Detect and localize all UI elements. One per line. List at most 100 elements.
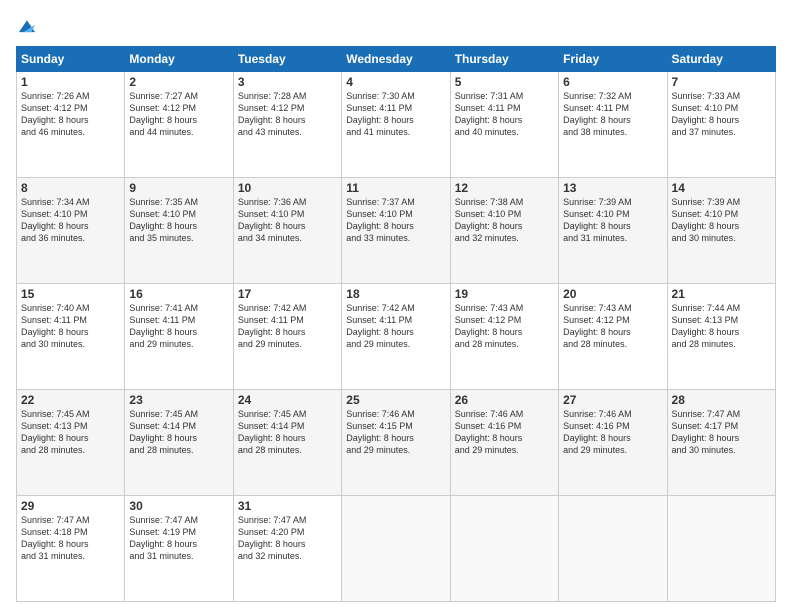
day-number: 22 xyxy=(21,393,120,407)
calendar-cell: 31Sunrise: 7:47 AM Sunset: 4:20 PM Dayli… xyxy=(233,496,341,602)
calendar-cell: 30Sunrise: 7:47 AM Sunset: 4:19 PM Dayli… xyxy=(125,496,233,602)
day-number: 15 xyxy=(21,287,120,301)
day-info: Sunrise: 7:41 AM Sunset: 4:11 PM Dayligh… xyxy=(129,302,228,351)
day-number: 7 xyxy=(672,75,771,89)
calendar-cell: 5Sunrise: 7:31 AM Sunset: 4:11 PM Daylig… xyxy=(450,72,558,178)
day-number: 5 xyxy=(455,75,554,89)
calendar-week-row: 29Sunrise: 7:47 AM Sunset: 4:18 PM Dayli… xyxy=(17,496,776,602)
day-number: 30 xyxy=(129,499,228,513)
day-number: 17 xyxy=(238,287,337,301)
calendar-week-row: 8Sunrise: 7:34 AM Sunset: 4:10 PM Daylig… xyxy=(17,178,776,284)
day-number: 21 xyxy=(672,287,771,301)
day-info: Sunrise: 7:47 AM Sunset: 4:20 PM Dayligh… xyxy=(238,514,337,563)
day-number: 24 xyxy=(238,393,337,407)
calendar-cell: 7Sunrise: 7:33 AM Sunset: 4:10 PM Daylig… xyxy=(667,72,775,178)
day-info: Sunrise: 7:42 AM Sunset: 4:11 PM Dayligh… xyxy=(238,302,337,351)
day-info: Sunrise: 7:43 AM Sunset: 4:12 PM Dayligh… xyxy=(563,302,662,351)
header xyxy=(16,16,776,38)
calendar-cell: 4Sunrise: 7:30 AM Sunset: 4:11 PM Daylig… xyxy=(342,72,450,178)
day-number: 6 xyxy=(563,75,662,89)
calendar-cell: 6Sunrise: 7:32 AM Sunset: 4:11 PM Daylig… xyxy=(559,72,667,178)
page: SundayMondayTuesdayWednesdayThursdayFrid… xyxy=(0,0,792,612)
day-info: Sunrise: 7:42 AM Sunset: 4:11 PM Dayligh… xyxy=(346,302,445,351)
day-info: Sunrise: 7:32 AM Sunset: 4:11 PM Dayligh… xyxy=(563,90,662,139)
day-info: Sunrise: 7:47 AM Sunset: 4:18 PM Dayligh… xyxy=(21,514,120,563)
calendar-cell: 25Sunrise: 7:46 AM Sunset: 4:15 PM Dayli… xyxy=(342,390,450,496)
day-info: Sunrise: 7:35 AM Sunset: 4:10 PM Dayligh… xyxy=(129,196,228,245)
day-info: Sunrise: 7:28 AM Sunset: 4:12 PM Dayligh… xyxy=(238,90,337,139)
calendar-table: SundayMondayTuesdayWednesdayThursdayFrid… xyxy=(16,46,776,602)
day-number: 26 xyxy=(455,393,554,407)
calendar-cell xyxy=(559,496,667,602)
calendar-week-row: 1Sunrise: 7:26 AM Sunset: 4:12 PM Daylig… xyxy=(17,72,776,178)
calendar-cell: 22Sunrise: 7:45 AM Sunset: 4:13 PM Dayli… xyxy=(17,390,125,496)
day-number: 19 xyxy=(455,287,554,301)
day-info: Sunrise: 7:47 AM Sunset: 4:17 PM Dayligh… xyxy=(672,408,771,457)
day-number: 16 xyxy=(129,287,228,301)
day-number: 18 xyxy=(346,287,445,301)
day-info: Sunrise: 7:37 AM Sunset: 4:10 PM Dayligh… xyxy=(346,196,445,245)
day-info: Sunrise: 7:36 AM Sunset: 4:10 PM Dayligh… xyxy=(238,196,337,245)
day-number: 13 xyxy=(563,181,662,195)
day-number: 8 xyxy=(21,181,120,195)
day-number: 23 xyxy=(129,393,228,407)
calendar-cell: 13Sunrise: 7:39 AM Sunset: 4:10 PM Dayli… xyxy=(559,178,667,284)
calendar-cell: 29Sunrise: 7:47 AM Sunset: 4:18 PM Dayli… xyxy=(17,496,125,602)
calendar-week-row: 15Sunrise: 7:40 AM Sunset: 4:11 PM Dayli… xyxy=(17,284,776,390)
weekday-header-tuesday: Tuesday xyxy=(233,47,341,72)
day-number: 27 xyxy=(563,393,662,407)
day-number: 20 xyxy=(563,287,662,301)
day-number: 11 xyxy=(346,181,445,195)
day-info: Sunrise: 7:30 AM Sunset: 4:11 PM Dayligh… xyxy=(346,90,445,139)
day-number: 9 xyxy=(129,181,228,195)
calendar-header-row: SundayMondayTuesdayWednesdayThursdayFrid… xyxy=(17,47,776,72)
day-number: 29 xyxy=(21,499,120,513)
logo xyxy=(16,16,42,38)
calendar-cell xyxy=(342,496,450,602)
day-info: Sunrise: 7:31 AM Sunset: 4:11 PM Dayligh… xyxy=(455,90,554,139)
calendar-cell: 1Sunrise: 7:26 AM Sunset: 4:12 PM Daylig… xyxy=(17,72,125,178)
calendar-cell: 28Sunrise: 7:47 AM Sunset: 4:17 PM Dayli… xyxy=(667,390,775,496)
calendar-cell: 17Sunrise: 7:42 AM Sunset: 4:11 PM Dayli… xyxy=(233,284,341,390)
calendar-cell: 15Sunrise: 7:40 AM Sunset: 4:11 PM Dayli… xyxy=(17,284,125,390)
weekday-header-saturday: Saturday xyxy=(667,47,775,72)
calendar-cell: 8Sunrise: 7:34 AM Sunset: 4:10 PM Daylig… xyxy=(17,178,125,284)
calendar-cell xyxy=(667,496,775,602)
day-number: 3 xyxy=(238,75,337,89)
day-info: Sunrise: 7:44 AM Sunset: 4:13 PM Dayligh… xyxy=(672,302,771,351)
day-info: Sunrise: 7:40 AM Sunset: 4:11 PM Dayligh… xyxy=(21,302,120,351)
calendar-cell: 16Sunrise: 7:41 AM Sunset: 4:11 PM Dayli… xyxy=(125,284,233,390)
day-info: Sunrise: 7:26 AM Sunset: 4:12 PM Dayligh… xyxy=(21,90,120,139)
calendar-cell: 10Sunrise: 7:36 AM Sunset: 4:10 PM Dayli… xyxy=(233,178,341,284)
weekday-header-sunday: Sunday xyxy=(17,47,125,72)
calendar-cell: 24Sunrise: 7:45 AM Sunset: 4:14 PM Dayli… xyxy=(233,390,341,496)
calendar-cell: 14Sunrise: 7:39 AM Sunset: 4:10 PM Dayli… xyxy=(667,178,775,284)
day-number: 4 xyxy=(346,75,445,89)
calendar-cell: 12Sunrise: 7:38 AM Sunset: 4:10 PM Dayli… xyxy=(450,178,558,284)
day-info: Sunrise: 7:33 AM Sunset: 4:10 PM Dayligh… xyxy=(672,90,771,139)
day-number: 25 xyxy=(346,393,445,407)
weekday-header-thursday: Thursday xyxy=(450,47,558,72)
weekday-header-monday: Monday xyxy=(125,47,233,72)
day-info: Sunrise: 7:46 AM Sunset: 4:16 PM Dayligh… xyxy=(455,408,554,457)
day-number: 10 xyxy=(238,181,337,195)
day-number: 14 xyxy=(672,181,771,195)
day-number: 1 xyxy=(21,75,120,89)
day-number: 12 xyxy=(455,181,554,195)
day-number: 2 xyxy=(129,75,228,89)
day-info: Sunrise: 7:46 AM Sunset: 4:15 PM Dayligh… xyxy=(346,408,445,457)
day-info: Sunrise: 7:34 AM Sunset: 4:10 PM Dayligh… xyxy=(21,196,120,245)
calendar-cell: 26Sunrise: 7:46 AM Sunset: 4:16 PM Dayli… xyxy=(450,390,558,496)
weekday-header-wednesday: Wednesday xyxy=(342,47,450,72)
calendar-cell: 11Sunrise: 7:37 AM Sunset: 4:10 PM Dayli… xyxy=(342,178,450,284)
calendar-week-row: 22Sunrise: 7:45 AM Sunset: 4:13 PM Dayli… xyxy=(17,390,776,496)
day-info: Sunrise: 7:38 AM Sunset: 4:10 PM Dayligh… xyxy=(455,196,554,245)
day-info: Sunrise: 7:45 AM Sunset: 4:14 PM Dayligh… xyxy=(129,408,228,457)
day-info: Sunrise: 7:39 AM Sunset: 4:10 PM Dayligh… xyxy=(672,196,771,245)
day-info: Sunrise: 7:43 AM Sunset: 4:12 PM Dayligh… xyxy=(455,302,554,351)
day-info: Sunrise: 7:47 AM Sunset: 4:19 PM Dayligh… xyxy=(129,514,228,563)
day-info: Sunrise: 7:39 AM Sunset: 4:10 PM Dayligh… xyxy=(563,196,662,245)
day-info: Sunrise: 7:45 AM Sunset: 4:13 PM Dayligh… xyxy=(21,408,120,457)
day-number: 31 xyxy=(238,499,337,513)
calendar-cell: 27Sunrise: 7:46 AM Sunset: 4:16 PM Dayli… xyxy=(559,390,667,496)
